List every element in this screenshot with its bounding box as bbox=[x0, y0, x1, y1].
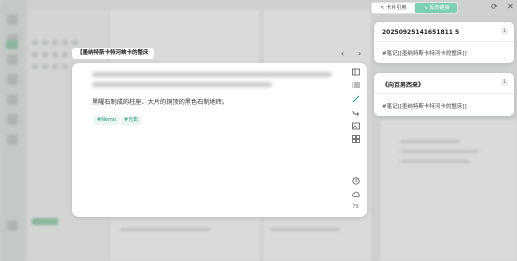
card-body-text: 黑曜石制成的柱座、大片的铜顶的黑色石制地砖。 bbox=[92, 99, 229, 106]
divider bbox=[374, 41, 514, 42]
divider bbox=[374, 93, 514, 94]
list-icon[interactable] bbox=[351, 81, 360, 90]
grid-icon[interactable] bbox=[351, 135, 360, 144]
card-preview: 黑曜石制成的柱座、大片的铜顶的黑色石制地砖。 #Nemo #光影 79 bbox=[72, 63, 367, 217]
close-icon[interactable]: ✕ bbox=[507, 2, 514, 12]
reference-card[interactable]: 《向百男西来》 1 #笔记[[墨纳特斯卡特河卡的整床]] bbox=[374, 73, 514, 116]
reference-title: 20250925141651811 5 bbox=[382, 29, 460, 36]
reference-count-badge: 1 bbox=[501, 28, 508, 35]
chevron-left-icon[interactable]: ‹ bbox=[341, 49, 344, 58]
reference-tab-switch: ↖ 卡片引用 ↘ 反向链接 bbox=[371, 2, 458, 14]
reference-line[interactable]: #笔记[[墨纳特斯卡特河卡的整床]] bbox=[382, 49, 467, 57]
reference-card[interactable]: 20250925141651811 5 1 #笔记[[墨纳特斯卡特河卡的整床]] bbox=[374, 22, 514, 63]
reference-count-badge: 1 bbox=[501, 79, 508, 86]
image-icon[interactable] bbox=[351, 122, 360, 131]
tag-nemo[interactable]: #Nemo bbox=[94, 116, 119, 125]
tab-backlinks[interactable]: ↘ 反向链接 bbox=[415, 3, 457, 13]
tag-light-shadow[interactable]: #光影 bbox=[121, 116, 142, 125]
blurred-header-line bbox=[92, 82, 272, 87]
tab-card-references[interactable]: ↖ 卡片引用 bbox=[372, 3, 415, 13]
brush-icon[interactable] bbox=[351, 95, 360, 104]
blurred-header-line bbox=[92, 72, 332, 77]
cloud-icon[interactable] bbox=[351, 190, 360, 199]
redo-icon[interactable] bbox=[351, 109, 360, 118]
history-icon[interactable] bbox=[351, 177, 360, 186]
reference-title: 《向百男西来》 bbox=[382, 82, 425, 89]
card-title-tag[interactable]: 【墨纳特斯卡特河峡卡的整床 bbox=[72, 48, 154, 59]
reference-line[interactable]: #笔记[[墨纳特斯卡特河卡的整床]] bbox=[382, 102, 467, 110]
sidebar-toggle-icon[interactable] bbox=[351, 68, 360, 77]
chevron-right-icon[interactable]: › bbox=[358, 49, 361, 58]
refresh-icon[interactable]: ⟳ bbox=[491, 2, 498, 12]
word-count: 79 bbox=[352, 204, 359, 210]
